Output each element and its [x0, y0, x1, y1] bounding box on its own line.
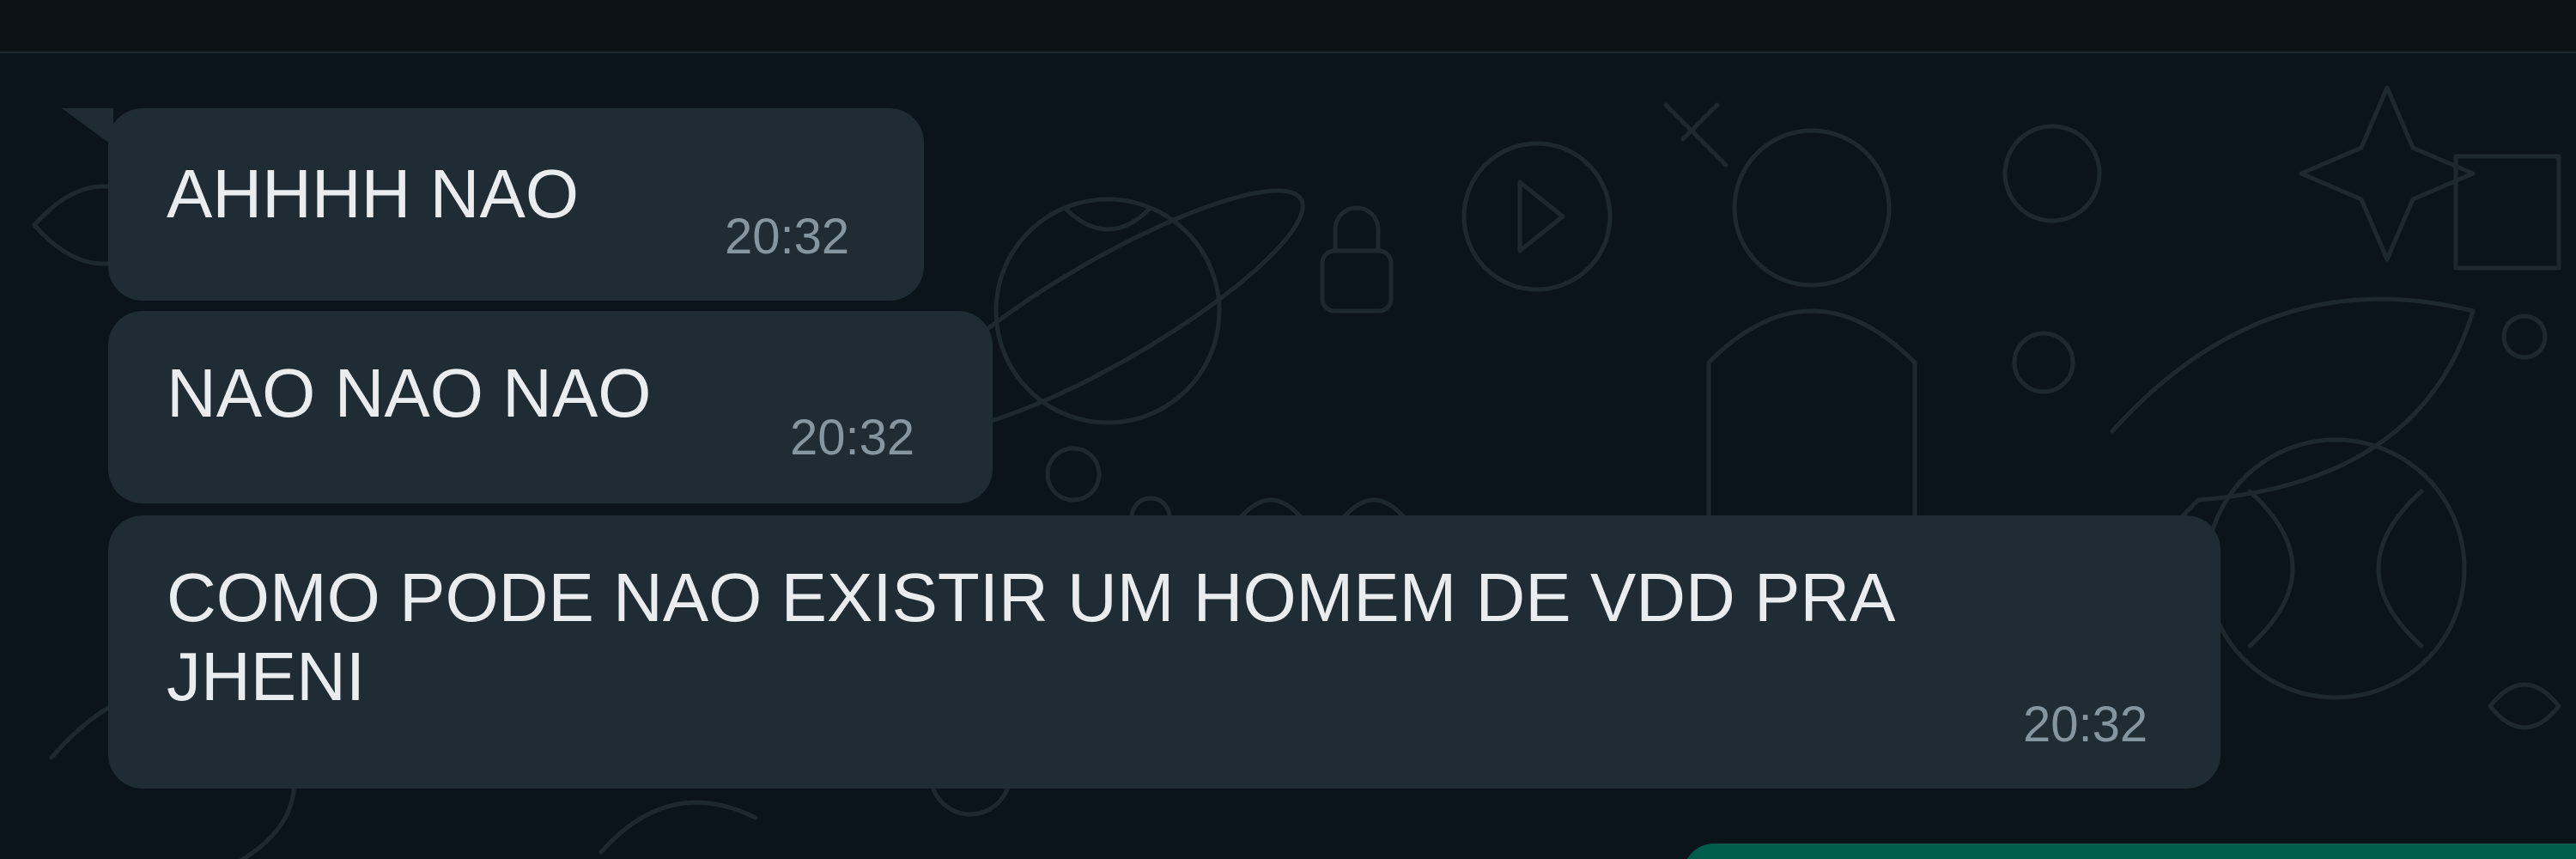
- message-bubble-1[interactable]: AHHHH NAO 20:32: [62, 108, 924, 301]
- message-timestamp: 20:32: [790, 410, 915, 466]
- message-text: COMO PODE NAO EXISTIR UM HOMEM DE VDD PR…: [167, 559, 1896, 715]
- sparkle-icon: [2299, 85, 2476, 262]
- message-timestamp: 20:32: [2023, 697, 2148, 752]
- lantern-icon: [2204, 437, 2467, 700]
- chat-screen: AHHHH NAO 20:32 NAO NAO NAO 20:32 COMO P…: [0, 0, 2576, 859]
- chat-header: [0, 0, 2576, 53]
- bubble-tail: [62, 108, 113, 146]
- cross-icon: [1663, 102, 1728, 168]
- person-icon: [1732, 128, 1892, 288]
- message-bubble-3[interactable]: COMO PODE NAO EXISTIR UM HOMEM DE VDD PR…: [108, 515, 2221, 789]
- play-icon: [1461, 141, 1613, 292]
- outgoing-message-bubble[interactable]: [1683, 844, 2576, 859]
- message-text: NAO NAO NAO: [167, 355, 652, 431]
- message-bubble-2[interactable]: NAO NAO NAO 20:32: [108, 311, 993, 503]
- cloud-icon: [2002, 124, 2102, 223]
- lock-icon: [1320, 248, 1394, 314]
- message-text: AHHHH NAO: [167, 155, 580, 232]
- message-timestamp: 20:32: [725, 209, 850, 265]
- planet-icon: [993, 197, 1222, 425]
